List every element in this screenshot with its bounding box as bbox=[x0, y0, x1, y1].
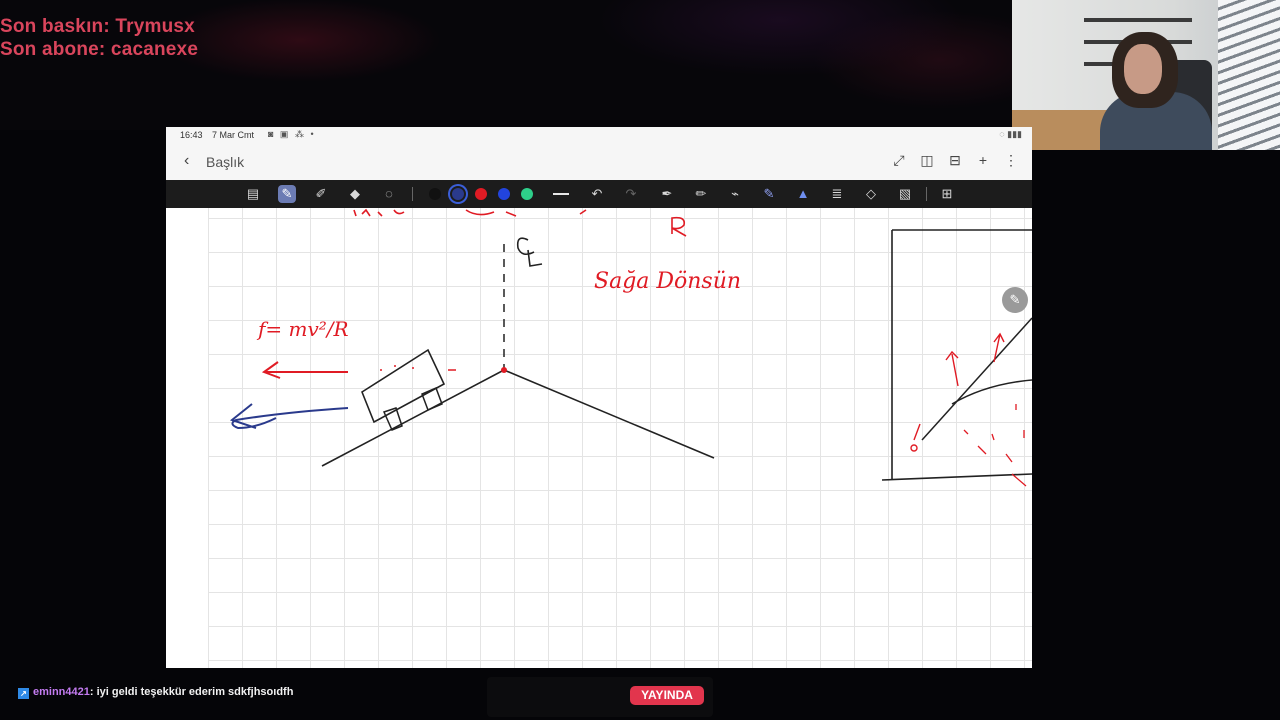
handwritten-force-formula: f= mv²/R bbox=[256, 317, 349, 341]
device-status-bar: 16:43 7 Mar Cmt ◙ ▣ ⁂ • ◌ ▮▮▮ bbox=[166, 127, 1032, 143]
highlighter-icon[interactable]: ✐ bbox=[312, 185, 330, 203]
status-time: 16:43 bbox=[180, 130, 203, 140]
fill-icon[interactable]: ▲ bbox=[794, 185, 812, 203]
pen-tool-icon[interactable]: ✎ bbox=[278, 185, 296, 203]
status-date: 7 Mar Cmt bbox=[212, 130, 255, 140]
pen-style-icon[interactable]: ✒ bbox=[658, 185, 676, 203]
color-swatch-red[interactable] bbox=[475, 188, 487, 200]
more-options-icon[interactable]: ⋮ bbox=[1004, 152, 1018, 169]
ramp-left-line bbox=[321, 369, 505, 467]
header-actions: ⤢ ◫ ⊟ + ⋮ bbox=[892, 152, 1018, 169]
color-swatch-green[interactable] bbox=[521, 188, 533, 200]
redo-icon[interactable]: ↷ bbox=[622, 185, 640, 203]
app-header: ‹ Başlık ⤢ ◫ ⊟ + ⋮ bbox=[166, 143, 1032, 180]
back-chevron-icon[interactable]: ‹ bbox=[184, 152, 189, 170]
battery-icon: ◌ ▮▮▮ bbox=[999, 129, 1022, 139]
color-swatch-blue[interactable] bbox=[498, 188, 510, 200]
stroke-width-icon[interactable] bbox=[553, 193, 569, 195]
notes-app-window: 16:43 7 Mar Cmt ◙ ▣ ⁂ • ◌ ▮▮▮ ‹ Başlık ⤢… bbox=[166, 127, 1032, 668]
undo-icon[interactable]: ↶ bbox=[588, 185, 606, 203]
chat-text: : iyi geldi teşekkür ederim sdkfjhsoıdfh bbox=[89, 686, 294, 698]
center-mark bbox=[516, 237, 535, 256]
color-swatch-navy[interactable] bbox=[452, 188, 464, 200]
ramp-right-line bbox=[503, 369, 715, 459]
notification-icons: ◙ ▣ ⁂ • bbox=[268, 129, 316, 139]
live-badge: YAYINDA bbox=[630, 686, 704, 705]
edit-pencil-fab-icon[interactable]: ✎ bbox=[1002, 287, 1028, 313]
split-view-icon[interactable]: ◫ bbox=[920, 152, 934, 169]
chat-message: ↗ eminn4421: iyi geldi teşekkür ederim sd… bbox=[18, 686, 293, 699]
last-raid-label: Son baskın: Trymusx bbox=[0, 16, 195, 37]
add-page-icon[interactable]: + bbox=[976, 152, 990, 169]
car-wheels bbox=[382, 387, 443, 431]
marker-style-icon[interactable]: ⌁ bbox=[726, 185, 744, 203]
pivot-point bbox=[501, 367, 507, 373]
webcam-feed bbox=[1012, 0, 1280, 150]
chat-badge-icon: ↗ bbox=[18, 688, 29, 699]
drawing-canvas[interactable]: Sağa Dönsün f= mv²/R ✎ bbox=[166, 208, 1032, 668]
handwritten-turn-right: Sağa Dönsün bbox=[594, 269, 741, 294]
pencil-style-icon[interactable]: ✏ bbox=[692, 185, 710, 203]
inset-slope-line bbox=[921, 317, 1032, 441]
drawing-toolbar: ▤ ✎ ✐ ◆ ◌ ↶ ↷ ✒ ✏ ⌁ ✎ ▲ ≣ ◇ ▧ ⊞ bbox=[166, 180, 1032, 208]
last-subscriber-label: Son abone: cacanexe bbox=[0, 39, 199, 60]
radius-letter bbox=[671, 216, 687, 237]
keyboard-icon[interactable]: ▤ bbox=[244, 185, 262, 203]
car-body bbox=[361, 348, 446, 424]
inset-sketch-frame bbox=[881, 229, 1032, 481]
brush-style-icon[interactable]: ✎ bbox=[760, 185, 778, 203]
shapes-icon[interactable]: ◇ bbox=[862, 185, 880, 203]
cutoff-scribble bbox=[353, 208, 517, 217]
image-insert-icon[interactable]: ▧ bbox=[896, 185, 914, 203]
text-align-icon[interactable]: ≣ bbox=[828, 185, 846, 203]
note-title[interactable]: Başlık bbox=[206, 154, 244, 170]
fullscreen-icon[interactable]: ⤢ bbox=[892, 152, 906, 169]
color-swatch-black[interactable] bbox=[429, 188, 441, 200]
bookmark-icon[interactable]: ⊟ bbox=[948, 152, 962, 169]
apps-grid-icon[interactable]: ⊞ bbox=[938, 185, 956, 203]
chat-username: eminn4421 bbox=[33, 686, 90, 698]
lasso-icon[interactable]: ◌ bbox=[380, 185, 398, 203]
eraser-icon[interactable]: ◆ bbox=[346, 185, 364, 203]
handwriting-layer: Sağa Dönsün f= mv²/R bbox=[229, 208, 1032, 487]
